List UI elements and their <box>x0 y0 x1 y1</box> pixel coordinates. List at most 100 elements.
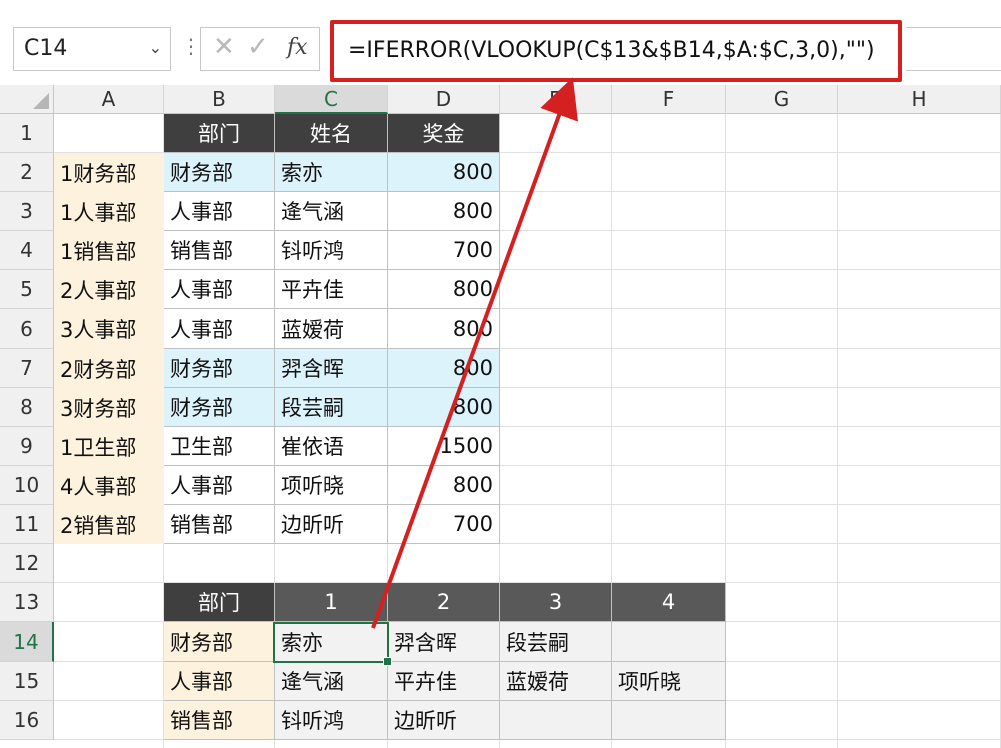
name-box[interactable]: C14 ⌄ <box>13 27 171 71</box>
formula-input-extension[interactable] <box>906 27 1001 71</box>
fill-handle[interactable] <box>383 657 392 666</box>
row-header-13[interactable]: 13 <box>0 583 54 622</box>
table1-name-cell[interactable]: 段芸嗣 <box>275 388 388 427</box>
table1-key-cell[interactable]: 1财务部 <box>54 153 164 192</box>
table2-name-cell[interactable]: 蓝嫒荷 <box>500 662 612 701</box>
table1-bonus-cell[interactable]: 800 <box>388 349 500 388</box>
table1-key-cell[interactable]: 1销售部 <box>54 231 164 270</box>
table1-header-cell[interactable]: 部门 <box>164 114 275 153</box>
table1-key-cell[interactable]: 1人事部 <box>54 192 164 231</box>
table1-bonus-cell[interactable]: 800 <box>388 388 500 427</box>
table2-dept-cell[interactable]: 销售部 <box>164 701 275 740</box>
table1-dept-cell[interactable]: 销售部 <box>164 231 275 270</box>
table1-bonus-cell[interactable]: 1500 <box>388 427 500 466</box>
table1-key-cell[interactable]: 1卫生部 <box>54 427 164 466</box>
column-header-a[interactable]: A <box>54 85 164 114</box>
row-header-2[interactable]: 2 <box>0 153 54 192</box>
row-header-7[interactable]: 7 <box>0 349 54 388</box>
table1-key-cell[interactable]: 4人事部 <box>54 466 164 505</box>
table1-dept-cell[interactable]: 人事部 <box>164 466 275 505</box>
row-header-6[interactable]: 6 <box>0 309 54 349</box>
table2-header-cell[interactable]: 3 <box>500 583 612 622</box>
column-header-h[interactable]: H <box>838 85 1001 114</box>
chevron-down-icon[interactable]: ⌄ <box>149 38 162 57</box>
table1-key-cell[interactable]: 2人事部 <box>54 270 164 309</box>
table2-name-cell[interactable]: 平卉佳 <box>388 662 500 701</box>
table1-name-cell[interactable]: 索亦 <box>275 153 388 192</box>
table2-name-cell[interactable] <box>612 622 726 662</box>
row-header-14[interactable]: 14 <box>0 622 54 662</box>
row-header-10[interactable]: 10 <box>0 466 54 505</box>
row-header-1[interactable]: 1 <box>0 114 54 153</box>
table1-bonus-cell[interactable]: 700 <box>388 231 500 270</box>
row-header-16[interactable]: 16 <box>0 701 54 740</box>
table2-name-cell[interactable]: 索亦 <box>275 622 388 662</box>
row-header-9[interactable]: 9 <box>0 427 54 466</box>
table1-dept-cell[interactable]: 财务部 <box>164 153 275 192</box>
column-header-g[interactable]: G <box>726 85 838 114</box>
table1-bonus-cell-text: 800 <box>452 199 493 223</box>
table1-header-cell[interactable]: 姓名 <box>275 114 388 153</box>
insert-function-icon[interactable]: fx <box>287 35 308 60</box>
table1-dept-cell[interactable]: 卫生部 <box>164 427 275 466</box>
table1-dept-cell[interactable]: 财务部 <box>164 388 275 427</box>
table2-dept-cell[interactable]: 财务部 <box>164 622 275 662</box>
table2-name-cell[interactable]: 段芸嗣 <box>500 622 612 662</box>
table1-name-cell[interactable]: 羿含晖 <box>275 349 388 388</box>
table1-key-cell[interactable]: 3财务部 <box>54 388 164 427</box>
table2-dept-cell-text: 销售部 <box>170 709 233 733</box>
row-header-11[interactable]: 11 <box>0 505 54 544</box>
table1-bonus-cell[interactable]: 800 <box>388 270 500 309</box>
formula-input[interactable]: =IFERROR(VLOOKUP(C$13&$B14,$A:$C,3,0),""… <box>330 20 902 82</box>
row-header-5[interactable]: 5 <box>0 270 54 309</box>
table1-name-cell[interactable]: 项听晓 <box>275 466 388 505</box>
table2-name-cell[interactable]: 边昕听 <box>388 701 500 740</box>
table2-header-cell[interactable]: 4 <box>612 583 726 622</box>
table1-name-cell[interactable]: 蓝嫒荷 <box>275 309 388 349</box>
table1-name-cell[interactable]: 钭听鸿 <box>275 231 388 270</box>
row-header-12[interactable]: 12 <box>0 544 54 583</box>
column-header-f[interactable]: F <box>612 85 726 114</box>
table1-dept-cell[interactable]: 财务部 <box>164 349 275 388</box>
table2-name-cell[interactable]: 钭听鸿 <box>275 701 388 740</box>
table1-dept-cell[interactable]: 销售部 <box>164 505 275 544</box>
table1-bonus-cell[interactable]: 800 <box>388 192 500 231</box>
row-header-15[interactable]: 15 <box>0 662 54 701</box>
table2-header-cell[interactable]: 部门 <box>164 583 275 622</box>
table1-key-cell[interactable]: 2财务部 <box>54 349 164 388</box>
table1-dept-cell[interactable]: 人事部 <box>164 270 275 309</box>
column-header-d[interactable]: D <box>388 85 500 114</box>
table2-name-cell[interactable]: 羿含晖 <box>388 622 500 662</box>
table1-dept-cell[interactable]: 人事部 <box>164 192 275 231</box>
table2-name-cell[interactable] <box>500 701 612 740</box>
select-all-corner[interactable] <box>0 85 54 114</box>
column-header-c[interactable]: C <box>275 85 388 114</box>
table1-bonus-cell[interactable]: 700 <box>388 505 500 544</box>
table2-name-cell[interactable] <box>612 701 726 740</box>
table1-bonus-cell[interactable]: 800 <box>388 153 500 192</box>
table1-bonus-cell[interactable]: 800 <box>388 466 500 505</box>
column-header-b[interactable]: B <box>164 85 275 114</box>
table2-header-cell[interactable]: 2 <box>388 583 500 622</box>
close-icon[interactable]: ✕ <box>213 32 235 62</box>
table2-header-cell[interactable]: 1 <box>275 583 388 622</box>
table2-name-cell-text: 索亦 <box>281 630 323 655</box>
table1-key-cell[interactable]: 3人事部 <box>54 309 164 349</box>
table1-bonus-cell-text: 800 <box>452 316 493 341</box>
table1-name-cell[interactable]: 边昕听 <box>275 505 388 544</box>
table1-header-cell[interactable]: 奖金 <box>388 114 500 153</box>
table1-key-cell[interactable]: 2销售部 <box>54 505 164 544</box>
check-icon[interactable]: ✓ <box>247 32 269 62</box>
table2-dept-cell[interactable]: 人事部 <box>164 662 275 701</box>
table1-bonus-cell[interactable]: 800 <box>388 309 500 349</box>
row-header-4[interactable]: 4 <box>0 231 54 270</box>
table1-dept-cell[interactable]: 人事部 <box>164 309 275 349</box>
table1-name-cell[interactable]: 崔依语 <box>275 427 388 466</box>
table2-name-cell[interactable]: 项听晓 <box>612 662 726 701</box>
table1-name-cell[interactable]: 逄气涵 <box>275 192 388 231</box>
table2-name-cell[interactable]: 逄气涵 <box>275 662 388 701</box>
row-header-8[interactable]: 8 <box>0 388 54 427</box>
row-header-3[interactable]: 3 <box>0 192 54 231</box>
table1-name-cell[interactable]: 平卉佳 <box>275 270 388 309</box>
column-header-e[interactable]: E <box>500 85 612 114</box>
